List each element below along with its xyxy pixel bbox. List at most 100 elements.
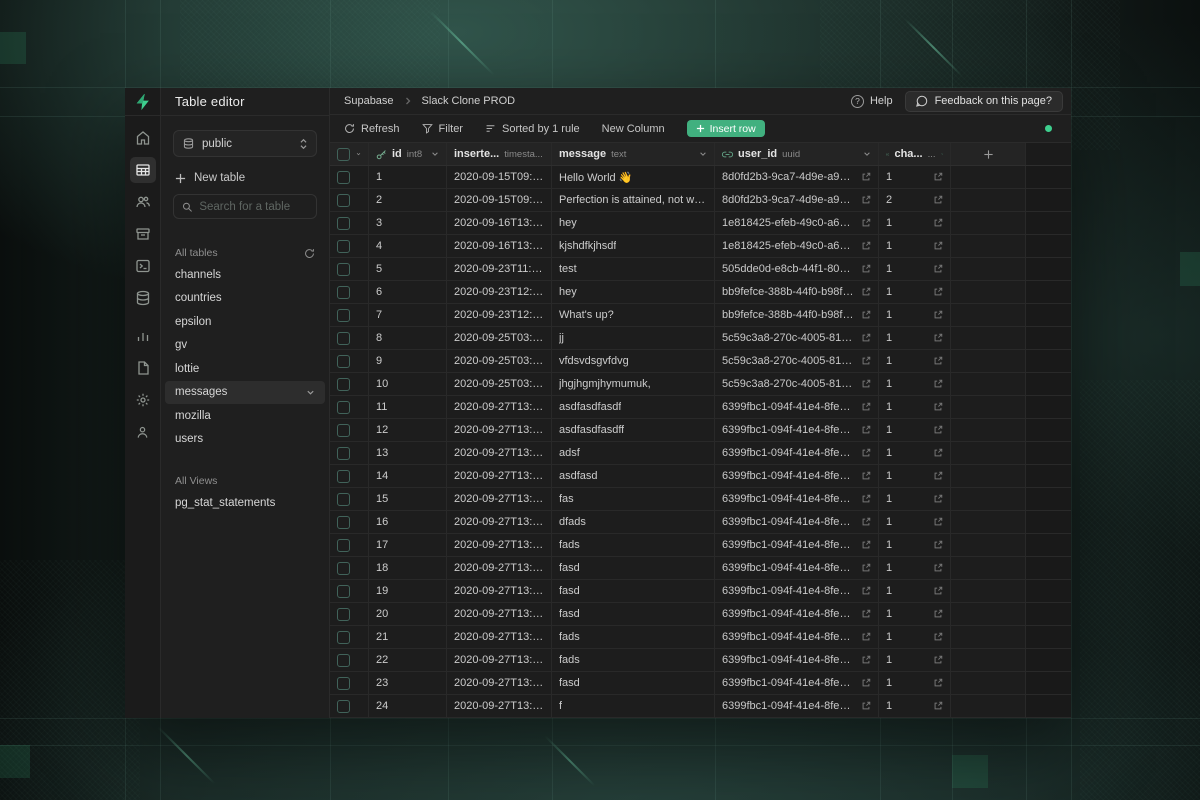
cell-id[interactable]: 23 [369, 672, 447, 694]
cell-user-id[interactable]: 5c59c3a8-270c-4005-8156-7b8... [715, 327, 879, 349]
database-icon[interactable] [125, 282, 161, 314]
sidebar-table-item[interactable]: lottie [165, 357, 325, 381]
reports-icon[interactable] [125, 320, 161, 352]
sidebar-table-item[interactable]: users [165, 428, 325, 452]
account-icon[interactable] [125, 416, 161, 448]
row-checkbox[interactable] [337, 355, 350, 368]
cell-message[interactable]: jhgjhgmjhymumuk, [552, 373, 715, 395]
row-checkbox[interactable] [337, 608, 350, 621]
sql-editor-icon[interactable] [125, 250, 161, 282]
cell-id[interactable]: 18 [369, 557, 447, 579]
cell-inserted[interactable]: 2020-09-27T13:24:1... [447, 603, 552, 625]
cell-message[interactable]: kjshdfkjhsdf [552, 235, 715, 257]
column-header-channel[interactable]: cha... ... [879, 143, 951, 165]
cell-inserted[interactable]: 2020-09-27T13:24:1... [447, 649, 552, 671]
cell-extra[interactable] [951, 580, 1026, 602]
column-header-inserted[interactable]: inserte... timesta... [447, 143, 552, 165]
cell-extra[interactable] [951, 212, 1026, 234]
cell-id[interactable]: 8 [369, 327, 447, 349]
breadcrumb-project[interactable]: Slack Clone PROD [422, 95, 516, 107]
cell-extra[interactable] [951, 511, 1026, 533]
row-checkbox[interactable] [337, 240, 350, 253]
chevron-down-icon[interactable] [941, 150, 944, 158]
sidebar-table-item[interactable]: epsilon [165, 310, 325, 334]
external-link-icon[interactable] [861, 172, 871, 182]
cell-user-id[interactable]: 505dde0d-e8cb-44f1-80b4-95f... [715, 258, 879, 280]
external-link-icon[interactable] [861, 287, 871, 297]
row-checkbox[interactable] [337, 677, 350, 690]
cell-channel[interactable]: 1 [879, 258, 951, 280]
cell-extra[interactable] [951, 672, 1026, 694]
row-checkbox[interactable] [337, 700, 350, 713]
external-link-icon[interactable] [933, 609, 943, 619]
external-link-icon[interactable] [933, 379, 943, 389]
cell-user-id[interactable]: 6399fbc1-094f-41e4-8fe6-e16e... [715, 695, 879, 717]
cell-user-id[interactable]: 6399fbc1-094f-41e4-8fe6-e16e... [715, 580, 879, 602]
external-link-icon[interactable] [861, 218, 871, 228]
external-link-icon[interactable] [861, 402, 871, 412]
external-link-icon[interactable] [861, 333, 871, 343]
external-link-icon[interactable] [861, 448, 871, 458]
cell-inserted[interactable]: 2020-09-23T12:15:15... [447, 281, 552, 303]
sidebar-table-item[interactable]: pg_stat_statements [165, 491, 325, 515]
breadcrumb-org[interactable]: Supabase [344, 95, 394, 107]
external-link-icon[interactable] [861, 241, 871, 251]
row-checkbox[interactable] [337, 493, 350, 506]
cell-message[interactable]: dfads [552, 511, 715, 533]
cell-channel[interactable]: 1 [879, 557, 951, 579]
cell-extra[interactable] [951, 534, 1026, 556]
cell-user-id[interactable]: 6399fbc1-094f-41e4-8fe6-e16e... [715, 649, 879, 671]
cell-id[interactable]: 12 [369, 419, 447, 441]
supabase-logo[interactable] [125, 88, 161, 116]
cell-inserted[interactable]: 2020-09-15T09:04:1... [447, 189, 552, 211]
cell-id[interactable]: 1 [369, 166, 447, 188]
sort-button[interactable]: Sorted by 1 rule [485, 123, 580, 135]
row-checkbox[interactable] [337, 562, 350, 575]
refresh-button[interactable]: Refresh [344, 123, 400, 135]
cell-message[interactable]: asdfasdfasdff [552, 419, 715, 441]
cell-user-id[interactable]: 6399fbc1-094f-41e4-8fe6-e16e... [715, 626, 879, 648]
cell-extra[interactable] [951, 488, 1026, 510]
external-link-icon[interactable] [861, 494, 871, 504]
schema-select[interactable]: public [173, 130, 317, 157]
external-link-icon[interactable] [933, 425, 943, 435]
cell-inserted[interactable]: 2020-09-27T13:24:0... [447, 557, 552, 579]
cell-channel[interactable]: 1 [879, 626, 951, 648]
cell-user-id[interactable]: 6399fbc1-094f-41e4-8fe6-e16e... [715, 442, 879, 464]
row-checkbox[interactable] [337, 401, 350, 414]
external-link-icon[interactable] [861, 379, 871, 389]
cell-user-id[interactable]: 1e818425-efeb-49c0-a657-547a... [715, 235, 879, 257]
cell-extra[interactable] [951, 350, 1026, 372]
external-link-icon[interactable] [933, 701, 943, 711]
cell-id[interactable]: 10 [369, 373, 447, 395]
external-link-icon[interactable] [861, 563, 871, 573]
settings-icon[interactable] [125, 384, 161, 416]
cell-inserted[interactable]: 2020-09-27T13:24:0... [447, 396, 552, 418]
cell-channel[interactable]: 1 [879, 304, 951, 326]
external-link-icon[interactable] [861, 356, 871, 366]
cell-inserted[interactable]: 2020-09-27T13:24:11... [447, 672, 552, 694]
table-editor-icon[interactable] [125, 154, 161, 186]
external-link-icon[interactable] [933, 241, 943, 251]
cell-user-id[interactable]: 6399fbc1-094f-41e4-8fe6-e16e... [715, 488, 879, 510]
cell-user-id[interactable]: 6399fbc1-094f-41e4-8fe6-e16e... [715, 534, 879, 556]
column-header-message[interactable]: message text [552, 143, 715, 165]
cell-id[interactable]: 24 [369, 695, 447, 717]
cell-message[interactable]: asdfasd [552, 465, 715, 487]
cell-inserted[interactable]: 2020-09-27T13:24:1... [447, 626, 552, 648]
cell-extra[interactable] [951, 166, 1026, 188]
cell-user-id[interactable]: 6399fbc1-094f-41e4-8fe6-e16e... [715, 603, 879, 625]
row-checkbox[interactable] [337, 263, 350, 276]
cell-channel[interactable]: 1 [879, 235, 951, 257]
external-link-icon[interactable] [861, 264, 871, 274]
external-link-icon[interactable] [861, 195, 871, 205]
sidebar-table-item[interactable]: mozilla [165, 404, 325, 428]
external-link-icon[interactable] [861, 310, 871, 320]
cell-user-id[interactable]: bb9fefce-388b-44f0-b98f-83e... [715, 304, 879, 326]
cell-message[interactable]: fas [552, 488, 715, 510]
cell-channel[interactable]: 1 [879, 419, 951, 441]
external-link-icon[interactable] [861, 425, 871, 435]
cell-message[interactable]: fads [552, 534, 715, 556]
cell-channel[interactable]: 1 [879, 603, 951, 625]
cell-channel[interactable]: 1 [879, 672, 951, 694]
